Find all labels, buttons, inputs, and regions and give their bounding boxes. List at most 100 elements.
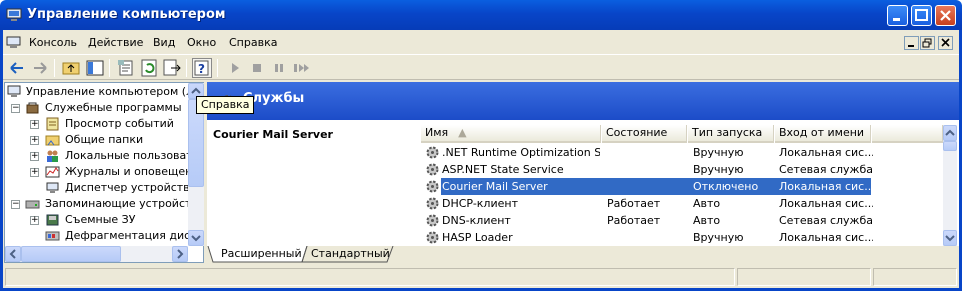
service-row[interactable]: .NET Runtime Optimization Ser... Вручную… <box>421 144 943 161</box>
tree-expander[interactable]: − <box>11 200 20 209</box>
menu-help[interactable]: Справка <box>229 36 277 49</box>
scroll-left-button[interactable] <box>5 246 21 262</box>
details-pane: Службы Courier Mail Server Имя ▲ Состояни… <box>207 82 959 263</box>
service-state: Работает <box>607 197 661 210</box>
properties-button[interactable] <box>116 58 136 78</box>
tree-node-label: Съемные ЗУ <box>65 213 136 226</box>
refresh-button[interactable] <box>139 58 159 78</box>
service-logon: Локальная сис... <box>779 180 873 193</box>
toolbox-icon <box>26 102 39 114</box>
close-icon <box>940 10 951 21</box>
title-bar[interactable]: Управление компьютером <box>0 0 962 30</box>
stop-service-button[interactable] <box>247 58 267 78</box>
service-name: Courier Mail Server <box>442 180 548 193</box>
scroll-down-button[interactable] <box>188 230 204 246</box>
window-title: Управление компьютером <box>27 7 226 22</box>
scroll-down-button[interactable] <box>943 230 957 246</box>
removable-storage-icon <box>46 214 59 226</box>
play-icon <box>232 63 239 73</box>
status-bar <box>3 266 959 288</box>
column-header-label: Имя <box>425 126 449 139</box>
service-name: HASP Loader <box>442 231 513 244</box>
toolbar: ? <box>3 54 959 80</box>
menu-view[interactable]: Вид <box>153 36 175 49</box>
service-row[interactable]: HASP Loader Вручную Локальная сис... <box>421 229 943 246</box>
service-startup: Авто <box>693 197 721 210</box>
tree-expander[interactable]: + <box>30 216 39 225</box>
service-name: DHCP-клиент <box>442 197 518 210</box>
tree-node-label: Служебные программы <box>45 101 182 114</box>
tree-horizontal-scrollbar[interactable] <box>5 246 188 262</box>
tree-node-label: Управление компьютером (лок <box>26 85 189 98</box>
minimize-button[interactable] <box>887 5 908 26</box>
services-list[interactable]: Имя ▲ Состояние Тип запуска Вход от имени… <box>421 122 957 246</box>
properties-icon <box>118 60 133 76</box>
back-button[interactable] <box>7 58 27 78</box>
console-tree-pane[interactable]: Управление компьютером (лок − Служебные … <box>4 82 204 263</box>
column-header-name[interactable]: Имя ▲ <box>421 125 601 143</box>
service-gear-icon <box>426 231 439 244</box>
scroll-thumb[interactable] <box>21 246 121 262</box>
start-service-button[interactable] <box>225 58 245 78</box>
scroll-thumb[interactable] <box>943 141 957 151</box>
service-startup: Вручную <box>693 163 744 176</box>
computer-management-icon <box>6 8 22 21</box>
restart-service-button[interactable] <box>291 58 311 78</box>
tree-expander[interactable]: + <box>30 136 39 145</box>
shared-folder-icon <box>45 135 60 146</box>
help-button[interactable]: ? <box>192 58 212 78</box>
column-header-logon-as[interactable]: Вход от имени <box>775 125 871 143</box>
service-row-selected[interactable]: Courier Mail Server Отключено Локальная … <box>421 178 943 195</box>
tree-expander[interactable]: + <box>30 168 39 177</box>
service-row[interactable]: DHCP-клиент Работает Авто Локальная сис.… <box>421 195 943 212</box>
defragmenter-icon <box>45 231 60 241</box>
service-row[interactable]: ASP.NET State Service Вручную Сетевая сл… <box>421 161 943 178</box>
tree-expander[interactable]: + <box>30 152 39 161</box>
tab-standard[interactable]: Стандартный <box>299 246 402 262</box>
status-panel <box>737 268 871 286</box>
chevron-right-icon <box>177 249 184 259</box>
toolbar-separator <box>54 59 55 77</box>
service-gear-icon <box>426 197 439 210</box>
maximize-button[interactable] <box>911 5 932 26</box>
up-level-button[interactable] <box>61 58 81 78</box>
tab-extended[interactable]: Расширенный <box>209 246 314 262</box>
export-list-button[interactable] <box>162 58 182 78</box>
service-logon: Сетевая служба <box>779 163 873 176</box>
scroll-right-button[interactable] <box>172 246 188 262</box>
users-icon <box>47 150 58 162</box>
mdi-minimize-button[interactable] <box>904 36 919 50</box>
service-name: ASP.NET State Service <box>442 163 564 176</box>
tree-expander[interactable]: + <box>30 120 39 129</box>
close-button[interactable] <box>935 5 956 26</box>
mdi-restore-button[interactable] <box>920 36 935 50</box>
tree-node-label: Локальные пользовате. <box>65 149 189 162</box>
menu-action[interactable]: Действие <box>88 36 143 49</box>
chevron-down-icon <box>945 235 955 242</box>
service-gear-icon <box>426 180 439 193</box>
forward-button[interactable] <box>30 58 50 78</box>
maximize-icon <box>915 9 928 21</box>
service-row[interactable]: DNS-клиент Работает Авто Сетевая служба <box>421 212 943 229</box>
svg-text:?: ? <box>198 62 205 76</box>
event-viewer-icon <box>46 117 59 131</box>
menu-window[interactable]: Окно <box>187 36 216 49</box>
tree-expander[interactable]: − <box>11 104 20 113</box>
pause-service-button[interactable] <box>269 58 289 78</box>
scroll-up-button[interactable] <box>943 125 957 141</box>
menu-console[interactable]: Консоль <box>29 36 77 49</box>
services-banner: Службы <box>207 82 959 120</box>
services-vertical-scrollbar[interactable] <box>943 125 957 246</box>
column-header-state[interactable]: Состояние <box>602 125 687 143</box>
minimize-icon <box>908 45 914 47</box>
show-hide-tree-button[interactable] <box>85 58 105 78</box>
stop-icon <box>253 64 261 72</box>
restore-icon <box>922 38 932 48</box>
mdi-close-button[interactable] <box>938 36 953 50</box>
service-name: DNS-клиент <box>442 214 511 227</box>
arrow-right-icon <box>34 62 47 74</box>
menu-bar: Консоль Действие Вид Окно Справка <box>3 33 959 53</box>
minimize-icon <box>893 18 900 21</box>
column-header-startup-type[interactable]: Тип запуска <box>688 125 774 143</box>
view-tabs: Расширенный Стандартный <box>207 246 959 263</box>
